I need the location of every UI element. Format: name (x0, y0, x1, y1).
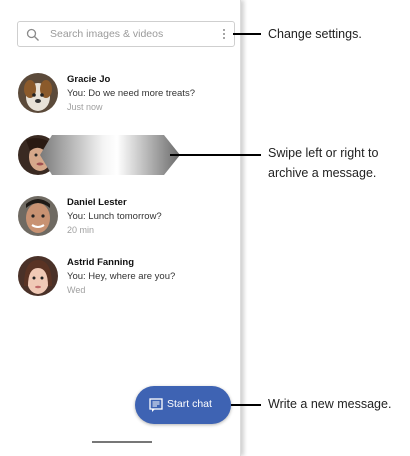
contact-name: Daniel Lester (67, 197, 127, 208)
callout-swipe-line2: archive a message. (268, 166, 377, 180)
avatar (18, 196, 58, 236)
avatar (18, 73, 58, 113)
search-icon (26, 28, 39, 41)
swipe-archive-indicator (40, 135, 180, 175)
search-bar[interactable]: Search images & videos (17, 21, 235, 47)
callout-swipe-line1: Swipe left or right to (268, 146, 379, 160)
home-indicator[interactable] (92, 441, 152, 443)
message-preview: You: Do we need more treats? (67, 88, 195, 99)
avatar (18, 256, 58, 296)
message-preview: You: Hey, where are you? (67, 271, 176, 282)
callout-settings: Change settings. (268, 27, 362, 41)
search-placeholder: Search images & videos (50, 28, 164, 40)
message-preview: You: Lunch tomorrow? (67, 211, 162, 222)
callout-line-swipe (170, 154, 261, 156)
callout-line-settings (233, 33, 261, 35)
message-time: Wed (67, 285, 86, 295)
messages-screen: Search images & videos Gracie Jo You: Do… (0, 0, 241, 456)
contact-name: Gracie Jo (67, 74, 111, 85)
more-vert-icon[interactable] (221, 27, 227, 43)
start-chat-button[interactable]: Start chat (135, 386, 231, 424)
callout-line-new-message (231, 404, 261, 406)
start-chat-label: Start chat (167, 398, 212, 410)
contact-name: Astrid Fanning (67, 257, 135, 268)
message-time: 20 min (67, 225, 95, 235)
message-icon (149, 398, 163, 412)
message-time: Just now (67, 102, 103, 112)
callout-new-message: Write a new message. (268, 397, 392, 411)
